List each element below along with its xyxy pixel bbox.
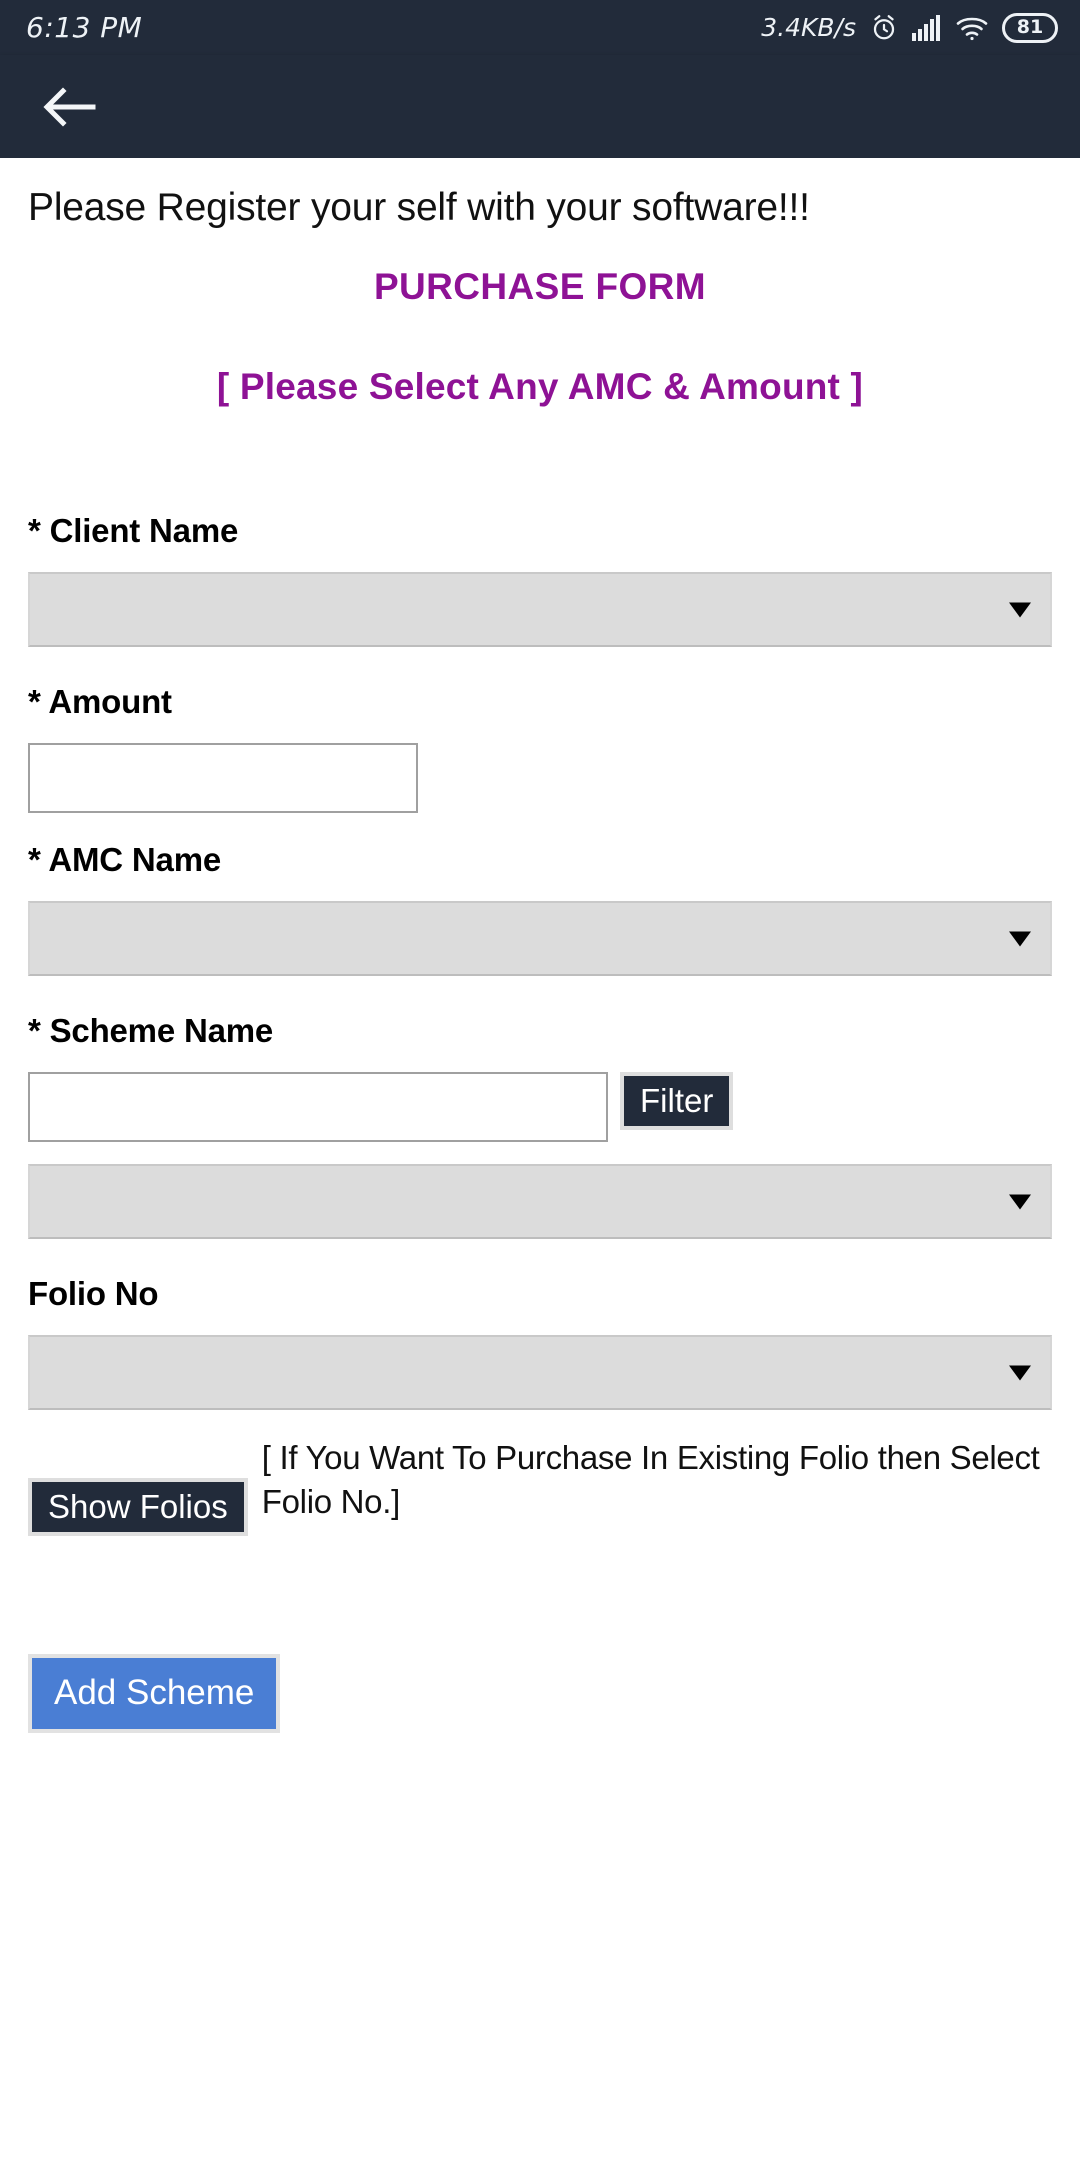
add-scheme-button[interactable]: Add Scheme: [28, 1654, 281, 1733]
chevron-down-icon: [1009, 1365, 1031, 1380]
wifi-icon: [955, 14, 989, 42]
chevron-down-icon: [1009, 602, 1031, 617]
status-bar: 6:13 PM 3.4KB/s 81: [0, 0, 1080, 55]
back-arrow-icon: [41, 85, 97, 129]
scheme-filter-row: Filter: [28, 1072, 1052, 1142]
page-title: PURCHASE FORM: [373, 266, 707, 307]
filter-button[interactable]: Filter: [620, 1072, 734, 1131]
field-amount: * Amount: [28, 683, 1052, 813]
chevron-down-icon: [1009, 1194, 1031, 1209]
register-note: Please Register your self with your soft…: [28, 186, 810, 229]
form-content: Please Register your self with your soft…: [0, 158, 1080, 2160]
select-instruction: [ Please Select Any AMC & Amount ]: [216, 366, 864, 407]
amc-name-label: * AMC Name: [28, 841, 221, 878]
scheme-name-label: * Scheme Name: [28, 1012, 274, 1049]
battery-icon: 81: [1002, 12, 1058, 43]
chevron-down-icon: [1009, 931, 1031, 946]
client-name-select[interactable]: [28, 572, 1052, 647]
folio-hint-row: Show Folios [ If You Want To Purchase In…: [28, 1436, 1052, 1537]
network-speed-label: 3.4KB/s: [761, 13, 856, 42]
folio-no-label: Folio No: [28, 1275, 159, 1312]
amount-input[interactable]: [28, 743, 418, 813]
field-client-name: * Client Name: [28, 512, 1052, 647]
cellular-signal-icon: [912, 14, 942, 41]
status-time: 6:13 PM: [26, 11, 143, 44]
scheme-filter-input[interactable]: [28, 1072, 608, 1142]
alarm-clock-icon: [869, 13, 899, 43]
amount-label: * Amount: [28, 683, 172, 720]
folio-no-select[interactable]: [28, 1335, 1052, 1410]
app-bar: [0, 55, 1080, 158]
scheme-name-select[interactable]: [28, 1164, 1052, 1239]
back-button[interactable]: [38, 76, 100, 138]
field-folio-no: Folio No: [28, 1275, 1052, 1410]
client-name-label: * Client Name: [28, 512, 239, 549]
field-scheme-name: * Scheme Name Filter: [28, 1012, 1052, 1239]
battery-level-label: 81: [1016, 16, 1044, 38]
status-icons: 3.4KB/s 81: [761, 12, 1058, 43]
field-amc-name: * AMC Name: [28, 841, 1052, 976]
amc-name-select[interactable]: [28, 901, 1052, 976]
show-folios-button[interactable]: Show Folios: [28, 1478, 248, 1537]
